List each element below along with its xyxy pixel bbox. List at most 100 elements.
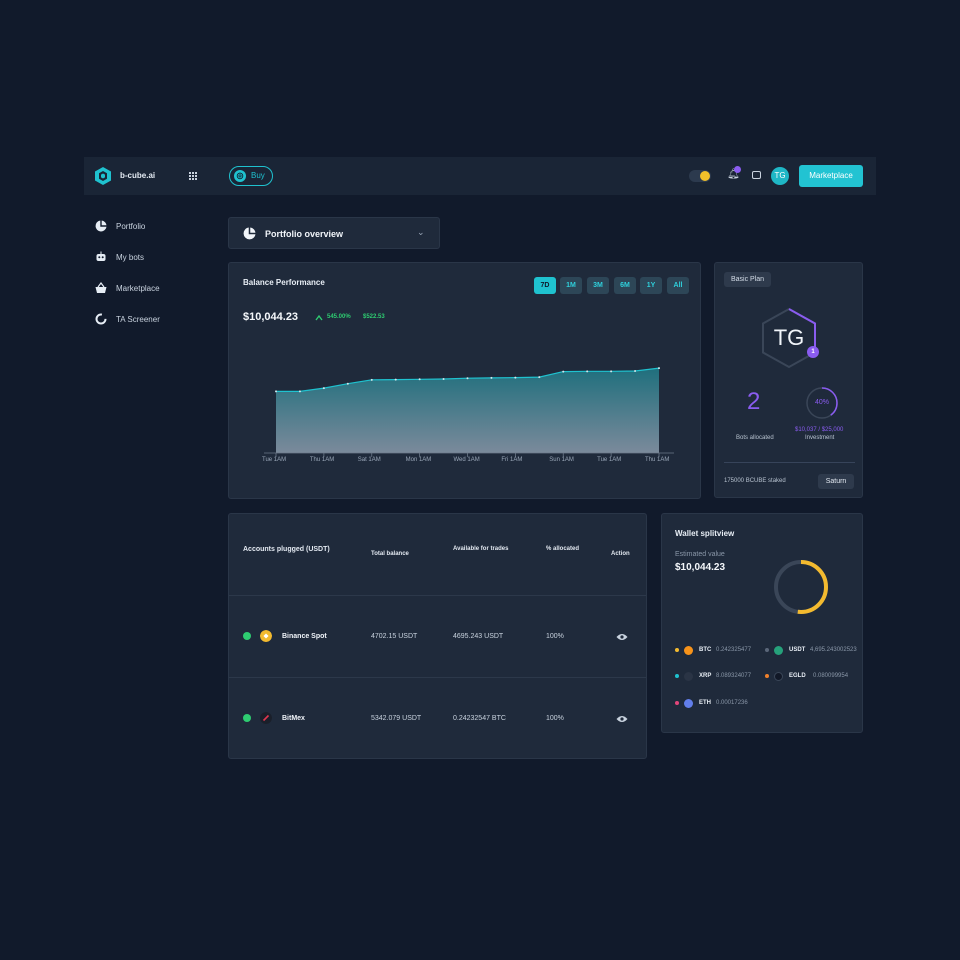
data-point[interactable] bbox=[370, 378, 373, 381]
range-7d-button[interactable]: 7D bbox=[534, 277, 556, 294]
x-tick-label: Thu 1AM bbox=[645, 457, 670, 463]
legend-dot bbox=[675, 648, 679, 652]
allocated-percent: 100% bbox=[546, 633, 564, 640]
x-tick-label: Mon 1AM bbox=[405, 457, 432, 463]
range-3m-button[interactable]: 3M bbox=[587, 277, 609, 294]
saturn-button[interactable]: Saturn bbox=[818, 474, 854, 489]
sidebar-item-label: Portfolio bbox=[116, 222, 146, 231]
profile-initials: TG bbox=[774, 325, 805, 350]
available-balance: 0.24232547 BTC bbox=[453, 715, 506, 722]
wallet-icon[interactable] bbox=[752, 171, 761, 179]
status-dot bbox=[243, 714, 251, 722]
accounts-table: Accounts plugged (USDT) Total balance Av… bbox=[228, 513, 647, 759]
data-point[interactable] bbox=[394, 378, 397, 381]
dropdown-label: Portfolio overview bbox=[265, 229, 344, 239]
plan-card: Basic Plan TG 1 2 Bots allocated 40% $10… bbox=[714, 262, 863, 498]
eye-icon[interactable] bbox=[616, 633, 628, 641]
available-balance: 4695.243 USDT bbox=[453, 633, 504, 640]
data-point[interactable] bbox=[490, 376, 493, 379]
brand-name[interactable]: b-cube.ai bbox=[120, 171, 155, 180]
pie-chart-icon bbox=[243, 227, 256, 240]
data-point[interactable] bbox=[442, 378, 445, 381]
buy-button[interactable]: ◎ Buy bbox=[229, 166, 273, 186]
x-tick-label: Sat 1AM bbox=[357, 457, 381, 463]
range-1y-button[interactable]: 1Y bbox=[640, 277, 662, 294]
portfolio-overview-dropdown[interactable]: Portfolio overview ⌄ bbox=[228, 217, 440, 249]
card-title: Balance Performance bbox=[243, 278, 325, 287]
data-point[interactable] bbox=[634, 370, 637, 373]
column-header-allocated: % allocated bbox=[546, 546, 580, 552]
bcube-logo-icon[interactable] bbox=[93, 166, 113, 186]
chart-area bbox=[276, 368, 659, 453]
card-title: Wallet splitview bbox=[675, 529, 735, 538]
robot-icon bbox=[96, 251, 106, 261]
x-tick-label: Tue 1AM bbox=[597, 457, 622, 463]
data-point[interactable] bbox=[298, 390, 301, 393]
table-row[interactable]: Binance Spot 4702.15 USDT 4695.243 USDT … bbox=[229, 596, 646, 676]
range-6m-button[interactable]: 6M bbox=[614, 277, 636, 294]
data-point[interactable] bbox=[418, 378, 421, 381]
apps-grid-icon[interactable] bbox=[188, 171, 197, 180]
eye-icon[interactable] bbox=[616, 715, 628, 723]
chevron-down-icon: ⌄ bbox=[417, 227, 425, 237]
wallet-splitview-card: Wallet splitview Estimated value $10,044… bbox=[661, 513, 863, 733]
buy-label: Buy bbox=[251, 171, 265, 180]
legend-dot bbox=[765, 674, 769, 678]
change-amount: $522.53 bbox=[363, 314, 385, 320]
total-balance: 4702.15 USDT bbox=[371, 633, 418, 640]
staked-amount: 175000 BCUBE staked bbox=[724, 478, 786, 484]
status-dot bbox=[243, 632, 251, 640]
legend-dot bbox=[765, 648, 769, 652]
theme-toggle[interactable] bbox=[689, 170, 711, 182]
range-all-button[interactable]: All bbox=[667, 277, 689, 294]
data-point[interactable] bbox=[538, 376, 541, 379]
account-name: BitMex bbox=[282, 715, 305, 722]
estimated-value: $10,044.23 bbox=[675, 562, 726, 573]
balance-area-chart[interactable] bbox=[259, 343, 679, 468]
column-header-action: Action bbox=[611, 551, 630, 557]
legend-item-eth: ETH 0.00017236 bbox=[675, 699, 765, 709]
egld-icon bbox=[774, 672, 783, 681]
legend-dot bbox=[675, 674, 679, 678]
legend-item-egld: EGLD 0.080099954 bbox=[765, 672, 863, 682]
marketplace-button[interactable]: Marketplace bbox=[799, 165, 863, 187]
data-point[interactable] bbox=[322, 387, 325, 390]
data-point[interactable] bbox=[586, 370, 589, 373]
sidebar-item-label: My bots bbox=[116, 253, 145, 262]
data-point[interactable] bbox=[562, 370, 565, 373]
avatar[interactable]: TG bbox=[771, 167, 789, 185]
legend-symbol: EGLD bbox=[789, 673, 806, 679]
allocated-percent: 100% bbox=[546, 715, 564, 722]
data-point[interactable] bbox=[275, 390, 277, 393]
binance-icon bbox=[260, 630, 272, 642]
legend-item-btc: BTC 0.242325477 bbox=[675, 646, 765, 656]
legend-symbol: ETH bbox=[699, 700, 711, 706]
table-row[interactable]: BitMex 5342.079 USDT 0.24232547 BTC 100% bbox=[229, 678, 646, 758]
data-point[interactable] bbox=[610, 370, 613, 373]
divider bbox=[724, 462, 855, 463]
profile-hexagon: TG bbox=[762, 307, 816, 369]
x-tick-label: Thu 1AM bbox=[309, 457, 335, 463]
total-balance: 5342.079 USDT bbox=[371, 715, 422, 722]
data-point[interactable] bbox=[658, 367, 660, 370]
data-point[interactable] bbox=[346, 382, 349, 385]
legend-dot bbox=[675, 701, 679, 705]
legend-symbol: XRP bbox=[699, 673, 712, 679]
data-point[interactable] bbox=[514, 376, 517, 379]
x-tick-label: Fri 1AM bbox=[501, 457, 523, 463]
column-header-available: Available for trades bbox=[453, 546, 509, 552]
legend-amount: 8.089324077 bbox=[716, 673, 752, 679]
wallet-donut-chart[interactable] bbox=[772, 558, 830, 616]
moon-icon bbox=[700, 171, 710, 181]
sidebar-item-label: Marketplace bbox=[116, 284, 160, 293]
investment-percent: 40% bbox=[814, 399, 829, 406]
range-1m-button[interactable]: 1M bbox=[560, 277, 582, 294]
investment-label: Investment bbox=[805, 435, 835, 441]
basket-icon bbox=[95, 282, 107, 293]
balance-performance-card: Balance Performance 7D 1M 3M 6M 1Y All $… bbox=[228, 262, 701, 499]
column-header-accounts: Accounts plugged (USDT) bbox=[243, 546, 330, 553]
notification-badge bbox=[734, 166, 741, 173]
estimated-label: Estimated value bbox=[675, 551, 725, 558]
legend-amount: 0.242325477 bbox=[716, 647, 752, 653]
data-point[interactable] bbox=[466, 377, 469, 380]
